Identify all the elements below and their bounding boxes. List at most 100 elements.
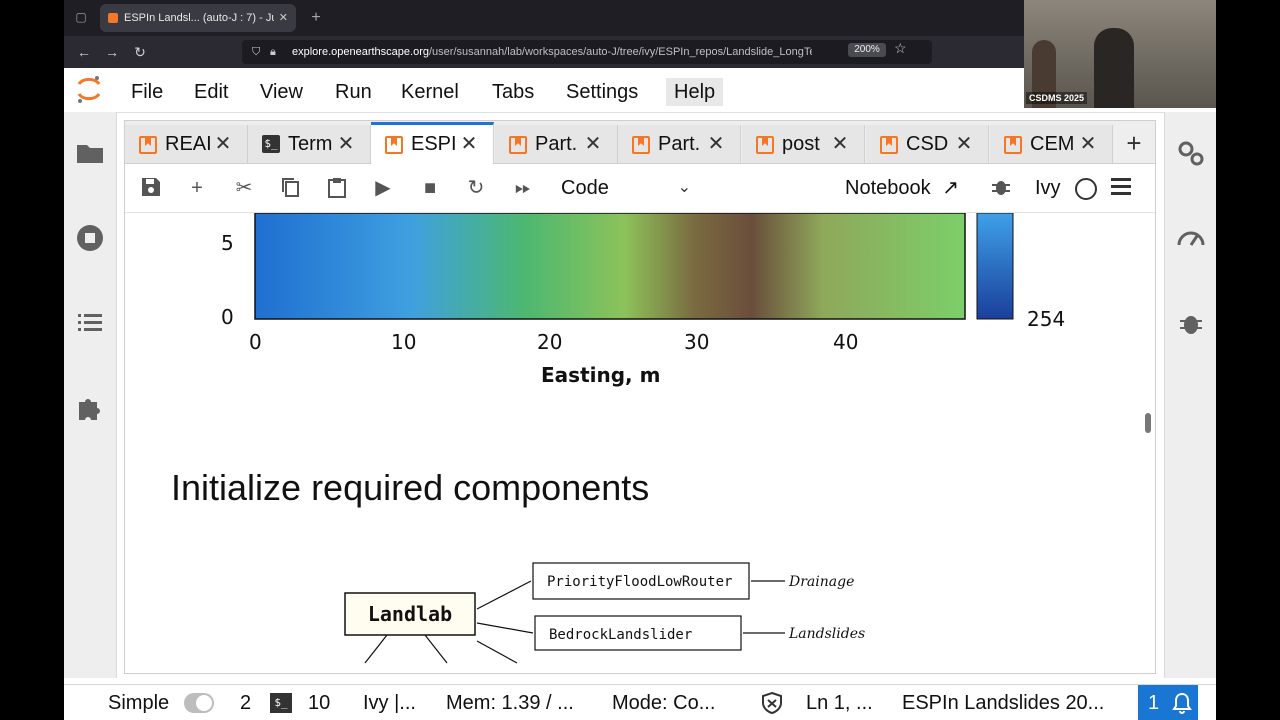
kernel-name[interactable]: Ivy	[1035, 174, 1061, 202]
tab-part-2[interactable]: Part. ✕	[618, 125, 741, 163]
connector-arrow	[364, 634, 388, 664]
menu-tabs[interactable]: Tabs	[484, 78, 542, 106]
bell-icon	[1172, 692, 1192, 714]
stop-icon[interactable]: ■	[418, 176, 442, 200]
tab-csd[interactable]: CSD ✕	[866, 125, 989, 163]
notebook-label: Notebook	[845, 177, 931, 199]
connector-arrow	[476, 640, 518, 664]
app-frame: ▢ ESPIn Landsl... (auto-J : 7) - Jup ✕ +…	[64, 0, 1216, 720]
tab-readme[interactable]: REAI ✕	[125, 125, 248, 163]
menu-help[interactable]: Help	[666, 78, 724, 106]
zoom-level-badge[interactable]: 200%	[848, 43, 886, 57]
jupyter-favicon-icon	[108, 13, 118, 23]
component-label: PriorityFloodLowRouter	[547, 574, 732, 590]
bookmark-star-icon[interactable]: ☆	[894, 40, 910, 56]
fast-forward-icon[interactable]: ⏩︎	[511, 176, 535, 200]
close-icon[interactable]: ✕	[459, 125, 479, 163]
terminal-count[interactable]: 10	[308, 689, 330, 717]
extension-puzzle-icon[interactable]	[75, 393, 105, 423]
tab-terminal[interactable]: $_ Term ✕	[248, 125, 371, 163]
tab-overview-icon[interactable]: ▢	[74, 10, 88, 24]
notebook-icon	[880, 136, 898, 154]
paste-icon[interactable]	[325, 176, 349, 200]
tab-cem[interactable]: CEM ✕	[990, 125, 1113, 163]
browser-tab-title: ESPIn Landsl... (auto-J : 7) - Jup	[124, 12, 274, 24]
debugger-bug-icon[interactable]	[1176, 308, 1206, 338]
notebook-icon	[632, 136, 650, 154]
open-in-notebook-button[interactable]: Notebook ↗	[845, 174, 959, 202]
simple-mode-label: Simple	[108, 692, 170, 714]
document-tabbar: REAI ✕ $_ Term ✕ ESPI ✕ Part. ✕ Part. ✕ post ✕ …	[125, 121, 1155, 166]
notebook-icon	[509, 136, 527, 154]
run-icon[interactable]: ▶	[371, 176, 395, 200]
resource-usage-gauge-icon[interactable]	[1176, 223, 1206, 253]
reload-icon[interactable]: ↻	[132, 44, 148, 60]
tab-post[interactable]: post ✕	[742, 125, 865, 163]
close-icon[interactable]: ✕	[279, 4, 288, 32]
notification-count: 1	[1148, 692, 1160, 714]
menu-view[interactable]: View	[252, 78, 311, 106]
x-tick-label: 30	[684, 330, 710, 354]
notebook-content[interactable]: 5 0 0 10 20 30 40 Easting, m 254 Initialize requ…	[125, 213, 1155, 673]
cursor-position[interactable]: Ln 1, ...	[806, 689, 873, 717]
colorbar-tick-label: 254	[1027, 307, 1066, 331]
folder-icon[interactable]	[75, 138, 105, 168]
table-of-contents-icon[interactable]	[75, 308, 105, 338]
menu-kernel[interactable]: Kernel	[393, 78, 467, 106]
save-icon[interactable]	[139, 176, 163, 200]
menu-hamburger-icon[interactable]	[1111, 178, 1131, 196]
close-icon[interactable]: ✕	[1078, 125, 1098, 163]
close-icon[interactable]: ✕	[213, 125, 233, 163]
x-axis-label: Easting, m	[541, 363, 661, 387]
presenter-video-overlay: CSDMS 2025	[1024, 0, 1216, 108]
property-inspector-gears-icon[interactable]	[1176, 138, 1206, 168]
url-field[interactable]: ⛉ 🔒︎ explore.openearthscape.org/user/sus…	[242, 40, 932, 64]
back-icon[interactable]: ←	[76, 44, 92, 60]
close-icon[interactable]: ✕	[706, 125, 726, 163]
add-tab-button[interactable]: +	[1121, 125, 1147, 161]
menu-edit[interactable]: Edit	[186, 78, 236, 106]
landlab-label: Landlab	[368, 602, 452, 626]
notifications-button[interactable]: 1	[1138, 685, 1198, 720]
tab-label: CEM	[1030, 133, 1075, 155]
trust-shield-icon[interactable]	[760, 691, 784, 715]
tab-label: Part.	[535, 133, 578, 155]
tab-part-1[interactable]: Part. ✕	[495, 125, 618, 163]
close-icon[interactable]: ✕	[583, 125, 603, 163]
new-tab-button[interactable]: +	[304, 4, 328, 32]
browser-tab-active[interactable]: ESPIn Landsl... (auto-J : 7) - Jup ✕	[100, 4, 296, 32]
menu-settings[interactable]: Settings	[558, 78, 646, 106]
kernel-count[interactable]: 2	[240, 689, 251, 717]
cut-icon[interactable]: ✂	[232, 176, 256, 200]
connector-arrow	[424, 634, 448, 664]
restart-icon[interactable]: ↻	[464, 176, 488, 200]
browser-tabstrip: ▢ ESPIn Landsl... (auto-J : 7) - Jup ✕ +	[64, 0, 1024, 36]
tab-label: CSD	[906, 133, 949, 155]
tab-espin-active[interactable]: ESPI ✕	[371, 122, 494, 166]
x-tick-label: 20	[537, 330, 563, 354]
simple-mode-toggle[interactable]	[184, 693, 214, 713]
menu-run[interactable]: Run	[327, 78, 380, 106]
running-stop-icon[interactable]	[75, 223, 105, 253]
kernel-status[interactable]: Ivy |...	[363, 689, 416, 717]
copy-icon[interactable]	[278, 176, 302, 200]
scrollbar-thumb[interactable]	[1145, 413, 1151, 433]
tab-label: post	[782, 133, 820, 155]
output-label: Landslides	[788, 626, 865, 642]
cell-type-dropdown[interactable]: Code ⌄	[561, 174, 691, 202]
video-caption: CSDMS 2025	[1026, 92, 1088, 104]
editor-mode[interactable]: Mode: Co...	[612, 689, 715, 717]
x-tick-label: 10	[391, 330, 417, 354]
y-tick-label: 0	[221, 305, 234, 329]
close-icon[interactable]: ✕	[830, 125, 850, 163]
menu-file[interactable]: File	[123, 78, 171, 106]
close-icon[interactable]: ✕	[954, 125, 974, 163]
tab-label: Term	[288, 133, 333, 155]
debugger-bug-icon[interactable]	[989, 176, 1013, 200]
y-tick-label: 5	[221, 231, 234, 255]
forward-icon[interactable]: →	[104, 44, 120, 60]
notebook-icon	[385, 136, 403, 154]
colorbar	[976, 213, 1014, 320]
insert-cell-icon[interactable]: +	[185, 176, 209, 200]
close-icon[interactable]: ✕	[336, 125, 356, 163]
